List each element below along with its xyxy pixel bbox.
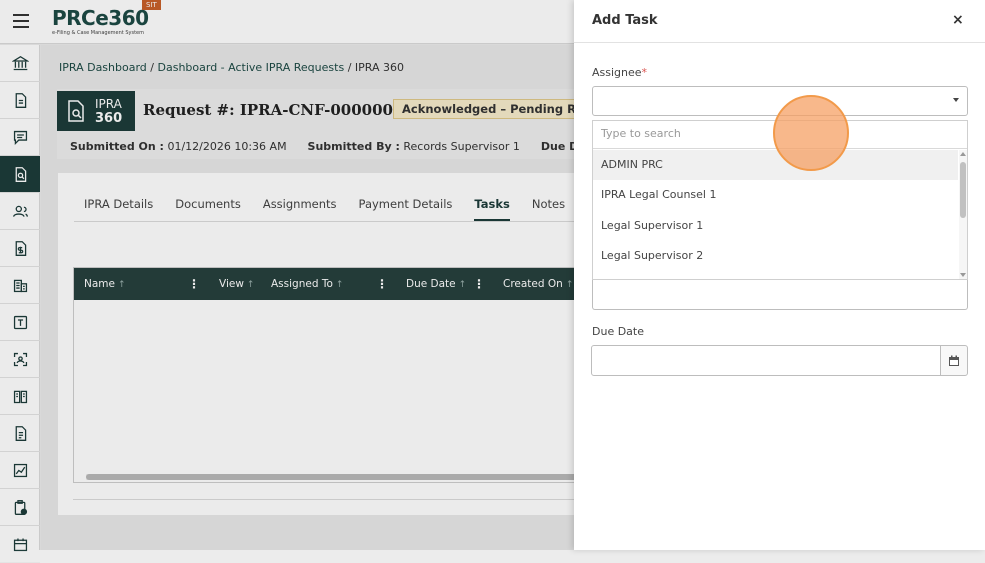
assignee-label: Assignee* — [592, 66, 647, 79]
scrollbar-thumb[interactable] — [960, 162, 966, 218]
panel-title: Add Task — [592, 13, 658, 28]
modal-backdrop[interactable] — [0, 0, 574, 550]
scroll-up-icon[interactable] — [960, 152, 966, 156]
close-icon[interactable]: × — [952, 12, 964, 28]
description-textarea[interactable] — [592, 280, 968, 310]
assignee-label-text: Assignee — [592, 66, 642, 79]
assignee-option[interactable]: IPRA Legal Counsel 1 — [593, 180, 958, 210]
scroll-down-icon[interactable] — [960, 273, 966, 277]
chevron-down-icon[interactable] — [953, 98, 959, 102]
calendar-icon — [949, 355, 959, 366]
assignee-option[interactable]: Legal Supervisor 1 — [593, 211, 958, 241]
calendar-button[interactable] — [940, 345, 968, 376]
dropdown-scrollbar[interactable] — [959, 150, 967, 279]
click-indicator — [773, 95, 849, 171]
due-date-field-label: Due Date — [592, 325, 644, 338]
assignee-option[interactable]: ADMIN PRC — [593, 150, 958, 180]
required-mark: * — [641, 66, 648, 79]
add-task-panel: Add Task × Assignee* Type to search ADMI… — [574, 0, 985, 550]
panel-divider — [574, 42, 985, 43]
assignee-option[interactable]: Legal Supervisor 2 — [593, 241, 958, 271]
due-date-input[interactable] — [591, 345, 941, 376]
